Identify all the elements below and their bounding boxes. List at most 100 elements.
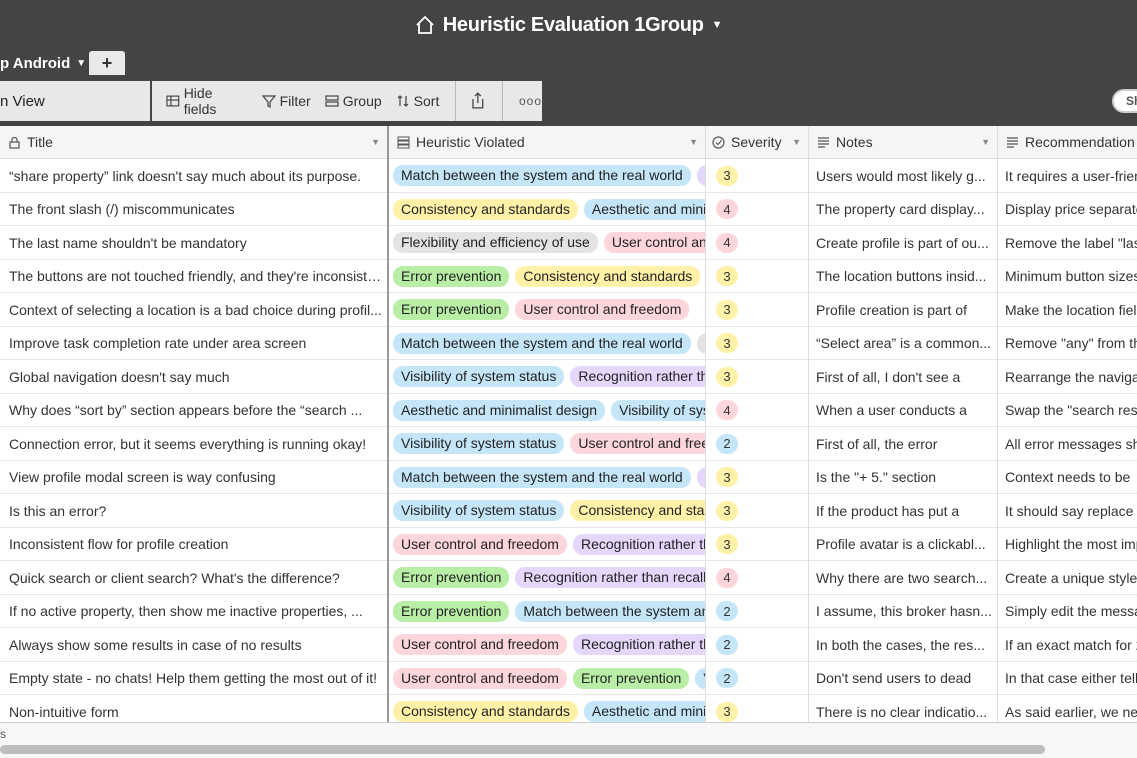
notes-cell[interactable]: “Select area” is a common... [809, 327, 997, 360]
severity-cell[interactable]: 2 [706, 595, 808, 628]
view-switcher[interactable]: n View [0, 81, 150, 121]
recommendation-cell[interactable]: Context needs to be [998, 461, 1137, 494]
heuristic-cell[interactable]: Consistency and standards Aesthetic and m… [389, 193, 705, 226]
recommendation-cell[interactable]: Create a unique style [998, 561, 1137, 594]
column-header-notes[interactable]: Notes ▼ [809, 126, 998, 159]
recommendation-cell[interactable]: Rearrange the navigat [998, 360, 1137, 393]
heuristic-cell[interactable]: User control and freedom Recognition rath… [389, 528, 705, 561]
home-icon[interactable] [415, 15, 435, 35]
notes-cell[interactable]: Is the "+ 5." section [809, 461, 997, 494]
sort-button[interactable]: Sort [396, 93, 439, 109]
frozen-column-divider[interactable] [387, 126, 389, 758]
table-row[interactable]: The last name shouldn't be mandatory Flex… [0, 226, 1137, 260]
table-row[interactable]: Why does “sort by” section appears befor… [0, 394, 1137, 427]
severity-cell[interactable]: 4 [706, 394, 808, 427]
table-row[interactable]: Always show some results in case of no r… [0, 628, 1137, 662]
title-cell[interactable]: Quick search or client search? What's th… [0, 561, 388, 594]
title-cell[interactable]: Why does “sort by” section appears befor… [0, 394, 388, 427]
recommendation-cell[interactable]: Highlight the most imp [998, 528, 1137, 561]
share-icon[interactable] [470, 92, 486, 110]
table-row[interactable]: The buttons are not touched friendly, an… [0, 260, 1137, 293]
chevron-down-icon[interactable]: ▼ [981, 137, 990, 147]
notes-cell[interactable]: In both the cases, the res... [809, 628, 997, 661]
filter-button[interactable]: Filter [261, 93, 311, 109]
table-row[interactable]: The front slash (/) miscommunicates Consi… [0, 193, 1137, 226]
add-table-button[interactable]: + [89, 51, 125, 75]
recommendation-cell[interactable]: If an exact match for 2 [998, 628, 1137, 661]
recommendation-cell[interactable]: Display price separate [998, 193, 1137, 226]
severity-cell[interactable]: 4 [706, 193, 808, 226]
notes-cell[interactable]: Why there are two search... [809, 561, 997, 594]
title-cell[interactable]: Global navigation doesn't say much [0, 360, 388, 393]
table-row[interactable]: If no active property, then show me inac… [0, 595, 1137, 628]
hide-fields-button[interactable]: Hide fields [166, 85, 248, 117]
table-row[interactable]: View profile modal screen is way confusi… [0, 461, 1137, 494]
column-header-heuristic[interactable]: Heuristic Violated ▼ [389, 126, 706, 159]
recommendation-cell[interactable]: All error messages sho [998, 427, 1137, 460]
heuristic-cell[interactable]: Error prevention Recognition rather than … [389, 561, 705, 594]
recommendation-cell[interactable]: Swap the "search resu [998, 394, 1137, 427]
column-header-title[interactable]: Title ▼ [0, 126, 388, 159]
heuristic-cell[interactable]: Match between the system and the real wo… [389, 327, 705, 360]
chevron-down-icon[interactable]: ▼ [371, 137, 380, 147]
severity-cell[interactable]: 3 [706, 360, 808, 393]
table-row[interactable]: “share property” link doesn't say much a… [0, 159, 1137, 193]
title-cell[interactable]: If no active property, then show me inac… [0, 595, 388, 628]
title-cell[interactable]: Always show some results in case of no r… [0, 628, 388, 661]
notes-cell[interactable]: I assume, this broker hasn... [809, 595, 997, 628]
notes-cell[interactable]: Profile creation is part of [809, 293, 997, 326]
table-row[interactable]: Connection error, but it seems everythin… [0, 427, 1137, 461]
severity-cell[interactable]: 2 [706, 628, 808, 661]
notes-cell[interactable]: Don't send users to dead [809, 662, 997, 695]
more-options-icon[interactable]: ooo [519, 94, 542, 108]
title-cell[interactable]: The buttons are not touched friendly, an… [0, 260, 388, 293]
chevron-down-icon[interactable]: ▼ [792, 137, 801, 147]
column-header-severity[interactable]: Severity ▼ [706, 126, 809, 159]
tab-android[interactable]: p Android ▼ [0, 50, 96, 76]
heuristic-cell[interactable]: Flexibility and efficiency of use User co… [389, 226, 705, 259]
severity-cell[interactable]: 4 [706, 561, 808, 594]
title-cell[interactable]: Inconsistent flow for profile creation [0, 528, 388, 561]
severity-cell[interactable]: 3 [706, 528, 808, 561]
title-cell[interactable]: Is this an error? [0, 494, 388, 527]
notes-cell[interactable]: Profile avatar is a clickabl... [809, 528, 997, 561]
recommendation-cell[interactable]: Remove the label "las [998, 226, 1137, 259]
notes-cell[interactable]: When a user conducts a [809, 394, 997, 427]
title-cell[interactable]: Context of selecting a location is a bad… [0, 293, 388, 326]
horizontal-scrollbar[interactable] [0, 745, 1045, 754]
recommendation-cell[interactable]: Make the location field [998, 293, 1137, 326]
severity-cell[interactable]: 2 [706, 662, 808, 695]
notes-cell[interactable]: If the product has put a [809, 494, 997, 527]
recommendation-cell[interactable]: Minimum button sizes [998, 260, 1137, 293]
table-row[interactable]: Is this an error? Visibility of system st… [0, 494, 1137, 528]
table-row[interactable]: Empty state - no chats! Help them gettin… [0, 662, 1137, 695]
heuristic-cell[interactable]: Visibility of system status Recognition r… [389, 360, 705, 393]
recommendation-cell[interactable]: Remove "any" from the [998, 327, 1137, 360]
group-button[interactable]: Group [325, 93, 382, 109]
title-cell[interactable]: The last name shouldn't be mandatory [0, 226, 388, 259]
severity-cell[interactable]: 3 [706, 327, 808, 360]
recommendation-cell[interactable]: It requires a user-frien [998, 159, 1137, 192]
severity-cell[interactable]: 2 [706, 427, 808, 460]
title-cell[interactable]: Empty state - no chats! Help them gettin… [0, 662, 388, 695]
notes-cell[interactable]: The location buttons insid... [809, 260, 997, 293]
heuristic-cell[interactable]: Visibility of system status Consistency a… [389, 494, 705, 527]
heuristic-cell[interactable]: Match between the system and the real wo… [389, 159, 705, 192]
heuristic-cell[interactable]: User control and freedom Recognition rath… [389, 628, 705, 661]
table-row[interactable]: Improve task completion rate under area … [0, 327, 1137, 360]
title-cell[interactable]: The front slash (/) miscommunicates [0, 193, 388, 226]
chevron-down-icon[interactable]: ▼ [712, 19, 723, 31]
column-header-recommendation[interactable]: Recommendation [998, 126, 1137, 159]
notes-cell[interactable]: Create profile is part of ou... [809, 226, 997, 259]
table-row[interactable]: Quick search or client search? What's th… [0, 561, 1137, 595]
severity-cell[interactable]: 3 [706, 260, 808, 293]
title-cell[interactable]: View profile modal screen is way confusi… [0, 461, 388, 494]
heuristic-cell[interactable]: Error prevention User control and freedom [389, 293, 705, 326]
severity-cell[interactable]: 3 [706, 293, 808, 326]
recommendation-cell[interactable]: It should say replace a [998, 494, 1137, 527]
table-row[interactable]: Global navigation doesn't say much Visibi… [0, 360, 1137, 394]
table-row[interactable]: Context of selecting a location is a bad… [0, 293, 1137, 327]
heuristic-cell[interactable]: Match between the system and the real wo… [389, 461, 705, 494]
heuristic-cell[interactable]: Visibility of system status User control … [389, 427, 705, 460]
notes-cell[interactable]: First of all, the error [809, 427, 997, 460]
